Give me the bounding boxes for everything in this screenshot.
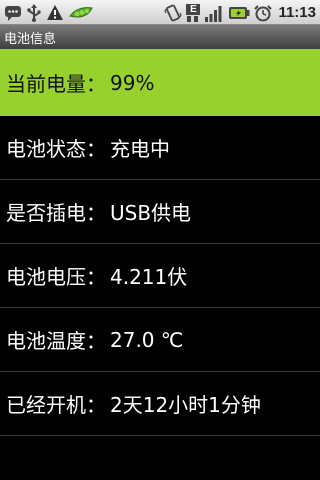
pea-pod-icon: [69, 6, 93, 17]
usb-icon: [27, 3, 41, 22]
row-plugged[interactable]: 是否插电： USB供电: [0, 180, 320, 244]
battery-charging-icon: [229, 6, 250, 19]
battery-info-list: 当前电量： 99% 电池状态： 充电中 是否插电： USB供电 电池电压： 4.…: [0, 49, 320, 436]
uptime-value: 2天12小时1分钟: [110, 393, 261, 417]
battery-level-label: 当前电量：: [6, 72, 106, 96]
page-title: 电池信息: [4, 31, 57, 47]
battery-voltage-value: 4.211伏: [110, 265, 188, 289]
row-battery-temperature[interactable]: 电池温度： 27.0 ℃: [0, 308, 320, 372]
plugged-value: USB供电: [110, 201, 192, 225]
title-bar: 电池信息: [0, 25, 320, 49]
plugged-label: 是否插电：: [6, 201, 106, 225]
battery-status-label: 电池状态：: [6, 137, 106, 161]
row-uptime[interactable]: 已经开机： 2天12小时1分钟: [0, 372, 320, 436]
alarm-clock-icon: [254, 4, 273, 21]
battery-temperature-value: 27.0 ℃: [110, 327, 184, 352]
warning-icon: [47, 5, 63, 20]
row-battery-level[interactable]: 当前电量： 99%: [0, 49, 320, 116]
notification-icons: [4, 3, 94, 22]
vibrate-icon: [164, 4, 183, 21]
data-signal-icon: E: [186, 3, 201, 22]
battery-temperature-label: 电池温度：: [6, 329, 106, 353]
battery-level-value: 99%: [110, 70, 155, 95]
uptime-label: 已经开机：: [6, 393, 106, 417]
battery-status-value: 充电中: [110, 137, 170, 161]
chat-icon: [5, 5, 21, 21]
status-clock: 11:13: [278, 4, 316, 21]
system-icons: E 11:13: [164, 3, 316, 22]
signal-strength-icon: [205, 5, 222, 22]
battery-voltage-label: 电池电压：: [6, 265, 106, 289]
data-type-label: E: [186, 3, 201, 15]
row-battery-status[interactable]: 电池状态： 充电中: [0, 116, 320, 180]
row-battery-voltage[interactable]: 电池电压： 4.211伏: [0, 244, 320, 308]
status-bar: E 11:13: [0, 0, 320, 25]
